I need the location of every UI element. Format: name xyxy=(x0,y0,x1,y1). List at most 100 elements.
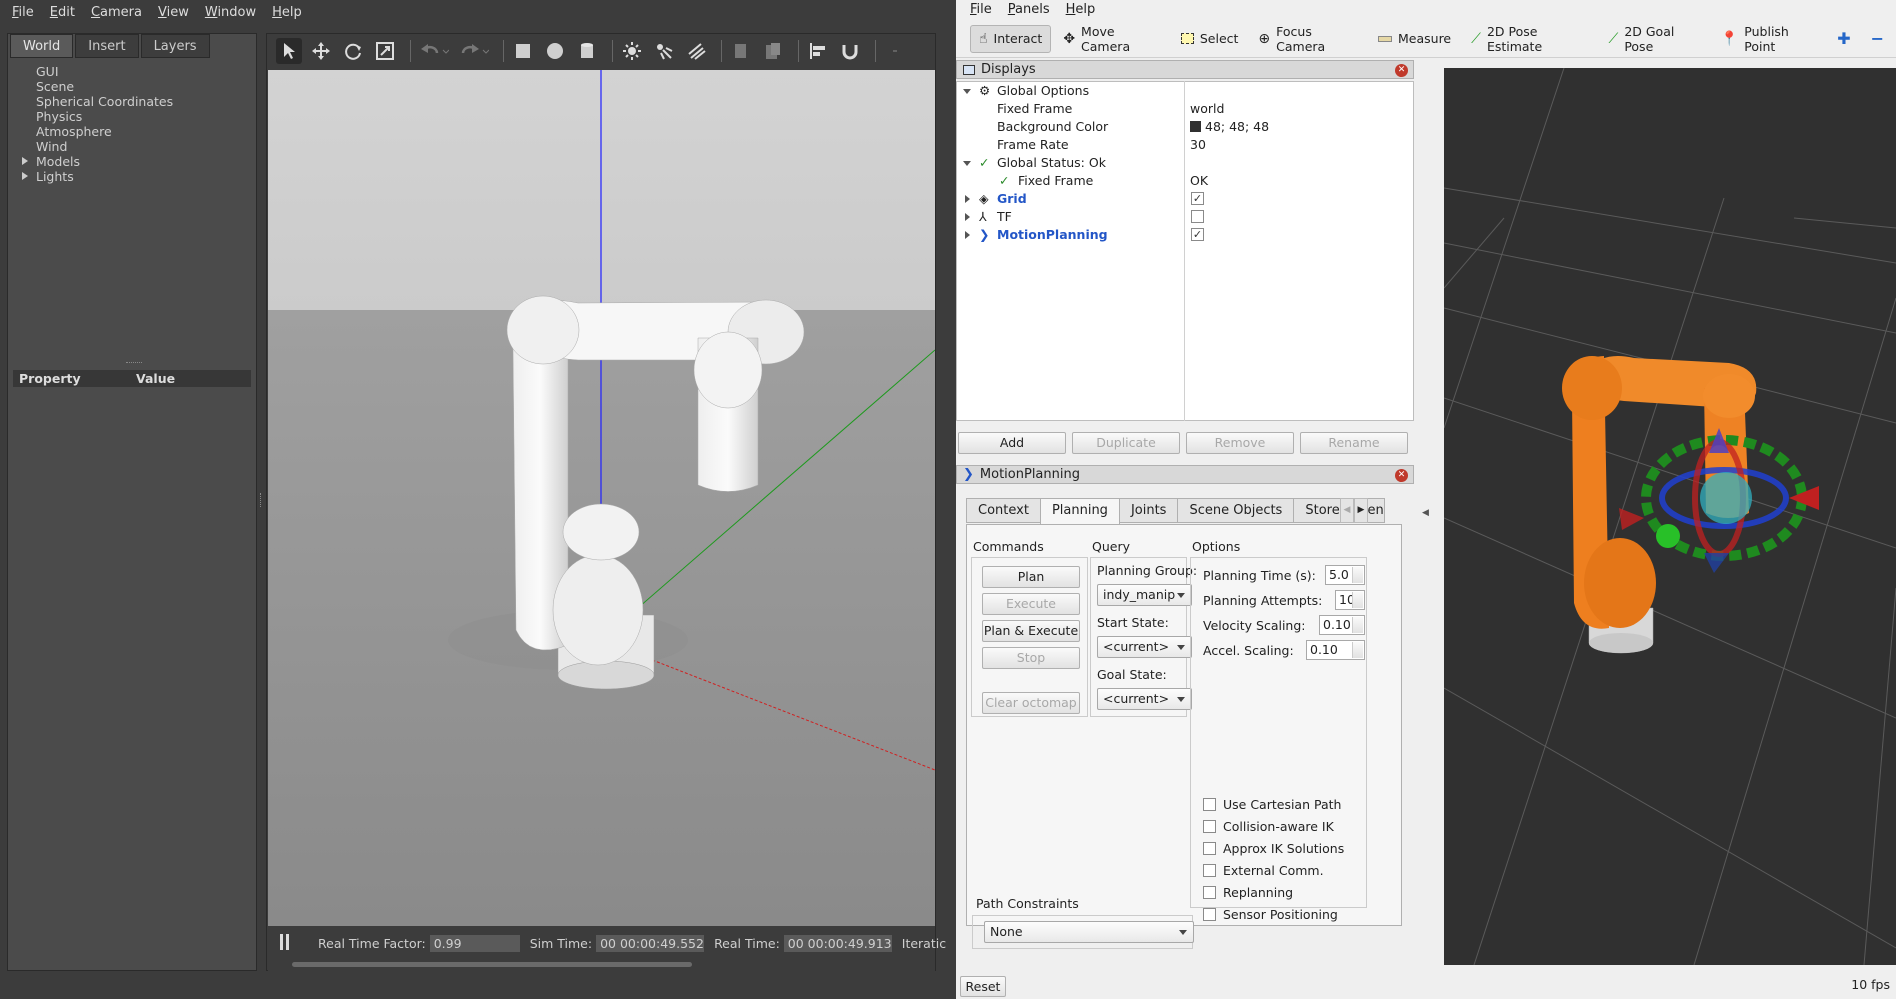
redo-icon[interactable] xyxy=(457,38,491,64)
tab-joints[interactable]: Joints xyxy=(1118,498,1179,523)
external-comm-checkbox[interactable]: External Comm. xyxy=(1203,862,1324,880)
background-color-value[interactable]: 48; 48; 48 xyxy=(1190,118,1269,136)
tool-2d-goal-pose[interactable]: ⟋ 2D Goal Pose xyxy=(1601,24,1709,54)
replanning-checkbox[interactable]: Replanning xyxy=(1203,884,1293,902)
menu-edit[interactable]: Edit xyxy=(42,5,83,20)
gazebo-3d-viewport[interactable] xyxy=(268,70,935,926)
panel-collapse-icon[interactable]: ◀ xyxy=(1422,508,1429,518)
remove-tool-icon[interactable]: − xyxy=(1863,25,1892,53)
pause-icon[interactable] xyxy=(278,934,292,950)
close-icon[interactable]: ✕ xyxy=(1395,64,1408,77)
tab-layers[interactable]: Layers xyxy=(140,34,210,58)
paste-icon[interactable] xyxy=(760,38,786,64)
use-cartesian-path-checkbox[interactable]: Use Cartesian Path xyxy=(1203,796,1341,814)
velocity-scaling-input[interactable]: 0.10 xyxy=(1319,615,1365,635)
tool-interact[interactable]: ☝ Interact xyxy=(970,24,1052,53)
panel-splitter-handle[interactable] xyxy=(126,362,142,364)
tool-2d-pose-estimate[interactable]: ⟋ 2D Pose Estimate xyxy=(1463,24,1596,54)
path-constraints-select[interactable]: None xyxy=(984,921,1194,943)
spot-light-icon[interactable] xyxy=(651,38,677,64)
fixed-frame-value[interactable]: world xyxy=(1190,100,1224,118)
frame-rate-value[interactable]: 30 xyxy=(1190,136,1206,154)
tab-planning[interactable]: Planning xyxy=(1039,498,1120,525)
tool-select[interactable]: Select xyxy=(1173,25,1247,53)
tree-item-gui[interactable]: GUI xyxy=(8,64,256,79)
tool-measure[interactable]: Measure xyxy=(1370,25,1459,53)
menu-file[interactable]: File xyxy=(4,5,42,20)
copy-icon[interactable] xyxy=(728,38,754,64)
tree-frame-rate[interactable]: Frame Rate 30 xyxy=(957,136,1413,154)
tree-item-scene[interactable]: Scene xyxy=(8,79,256,94)
translate-mode-icon[interactable] xyxy=(308,38,334,64)
tool-move-camera[interactable]: ✥ Move Camera xyxy=(1055,24,1169,54)
remove-display-button[interactable]: Remove xyxy=(1186,432,1294,454)
add-tool-icon[interactable]: ✚ xyxy=(1829,25,1858,53)
add-display-button[interactable]: Add xyxy=(958,432,1066,454)
planning-group-select[interactable]: indy_manip xyxy=(1097,584,1192,606)
planning-attempts-input[interactable]: 10 xyxy=(1335,590,1365,610)
rviz-menu-file[interactable]: File xyxy=(962,2,1000,17)
tree-global-status[interactable]: ✓ Global Status: Ok xyxy=(957,154,1413,172)
snap-icon[interactable] xyxy=(837,38,863,64)
tool-focus-camera[interactable]: ⊕ Focus Camera xyxy=(1250,24,1366,54)
tab-scroll-right-icon[interactable]: ▶ xyxy=(1354,498,1368,523)
duplicate-display-button[interactable]: Duplicate xyxy=(1072,432,1180,454)
clear-octomap-button[interactable]: Clear octomap xyxy=(982,692,1080,714)
point-light-icon[interactable] xyxy=(619,38,645,64)
tree-grid[interactable]: ◈ Grid ✓ xyxy=(957,190,1413,208)
tree-tf[interactable]: ⅄ TF xyxy=(957,208,1413,226)
grid-checkbox[interactable]: ✓ xyxy=(1191,192,1204,205)
plan-button[interactable]: Plan xyxy=(982,566,1080,588)
tree-global-options[interactable]: ⚙ Global Options xyxy=(957,82,1413,100)
motion-planning-checkbox[interactable]: ✓ xyxy=(1191,228,1204,241)
align-icon[interactable] xyxy=(805,38,831,64)
menu-help[interactable]: Help xyxy=(264,5,310,20)
tab-world[interactable]: World xyxy=(10,34,74,58)
cylinder-shape-icon[interactable] xyxy=(574,38,600,64)
tab-context[interactable]: Context xyxy=(966,498,1041,523)
select-mode-icon[interactable] xyxy=(276,38,302,64)
horizontal-scrollbar[interactable] xyxy=(292,962,692,967)
tree-motion-planning[interactable]: ❯ MotionPlanning ✓ xyxy=(957,226,1413,244)
tab-scroll-left-icon[interactable]: ◀ xyxy=(1340,498,1354,523)
reset-button[interactable]: Reset xyxy=(960,976,1006,997)
collision-aware-ik-checkbox[interactable]: Collision-aware IK xyxy=(1203,818,1334,836)
close-icon[interactable]: ✕ xyxy=(1395,469,1408,482)
execute-button[interactable]: Execute xyxy=(982,593,1080,615)
accel-scaling-input[interactable]: 0.10 xyxy=(1306,640,1365,660)
screenshot-icon[interactable] xyxy=(882,38,908,64)
tree-item-models[interactable]: Models xyxy=(8,154,256,169)
box-shape-icon[interactable] xyxy=(510,38,536,64)
planning-time-input[interactable]: 5.0 xyxy=(1325,565,1365,585)
tab-insert[interactable]: Insert xyxy=(75,34,139,58)
tree-item-wind[interactable]: Wind xyxy=(8,139,256,154)
rename-display-button[interactable]: Rename xyxy=(1300,432,1408,454)
rviz-3d-viewport[interactable] xyxy=(1444,68,1896,965)
menu-camera[interactable]: Camera xyxy=(83,5,150,20)
sphere-shape-icon[interactable] xyxy=(542,38,568,64)
tf-checkbox[interactable] xyxy=(1191,210,1204,223)
tree-fixed-frame[interactable]: Fixed Frame world xyxy=(957,100,1413,118)
tree-item-lights[interactable]: Lights xyxy=(8,169,256,184)
rotate-mode-icon[interactable] xyxy=(340,38,366,64)
stop-button[interactable]: Stop xyxy=(982,647,1080,669)
plan-execute-button[interactable]: Plan & Execute xyxy=(982,620,1080,642)
start-state-select[interactable]: <current> xyxy=(1097,636,1192,658)
menu-view[interactable]: View xyxy=(150,5,197,20)
tree-background-color[interactable]: Background Color 48; 48; 48 xyxy=(957,118,1413,136)
tree-status-fixed-frame[interactable]: ✓ Fixed Frame OK xyxy=(957,172,1413,190)
directional-light-icon[interactable] xyxy=(683,38,709,64)
approx-ik-checkbox[interactable]: Approx IK Solutions xyxy=(1203,840,1344,858)
rviz-menu-panels[interactable]: Panels xyxy=(1000,2,1058,17)
tool-publish-point[interactable]: 📍 Publish Point xyxy=(1713,24,1825,54)
tree-item-atmosphere[interactable]: Atmosphere xyxy=(8,124,256,139)
left-panel-splitter[interactable] xyxy=(257,33,264,971)
tree-item-physics[interactable]: Physics xyxy=(8,109,256,124)
goal-state-select[interactable]: <current> xyxy=(1097,688,1192,710)
tree-item-spherical-coordinates[interactable]: Spherical Coordinates xyxy=(8,94,256,109)
scale-mode-icon[interactable] xyxy=(372,38,398,64)
rviz-menu-help[interactable]: Help xyxy=(1058,2,1104,17)
undo-icon[interactable] xyxy=(417,38,451,64)
tab-scene-objects[interactable]: Scene Objects xyxy=(1177,498,1295,523)
menu-window[interactable]: Window xyxy=(197,5,264,20)
